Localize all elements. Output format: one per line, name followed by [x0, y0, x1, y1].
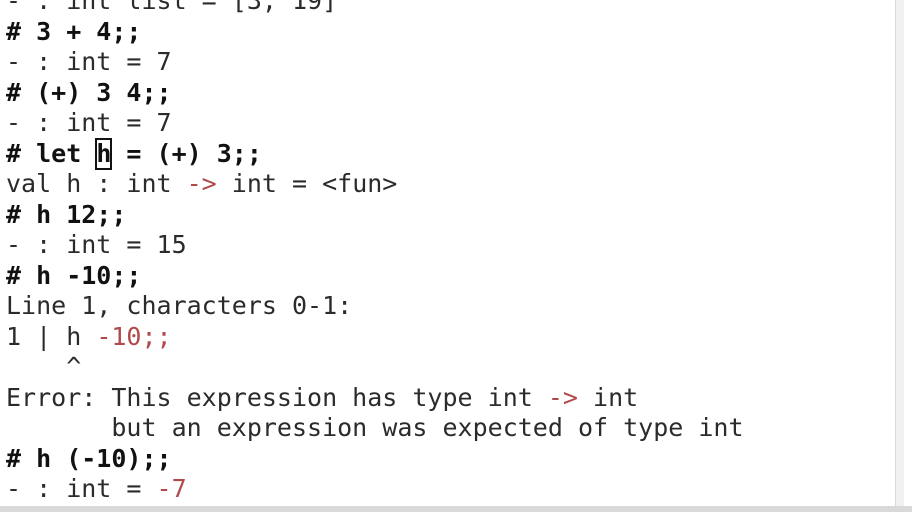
input-line: # 3 + 4;; — [6, 16, 142, 46]
input-line: # h -10;; — [6, 260, 142, 290]
output-line: - : int = 7 — [6, 108, 172, 137]
error-location-line: Line 1, characters 0-1: — [6, 291, 353, 320]
output-line: val h : int -> int = <fun> — [6, 169, 398, 198]
output-line: - : int list = [3; 19] — [6, 0, 338, 15]
type-arrow: -> — [186, 169, 217, 198]
error-message-line: but an expression was expected of type i… — [6, 413, 744, 442]
error-message-line: Error: This expression has type int -> i… — [6, 382, 639, 412]
output-line: - : int = 15 — [6, 230, 187, 259]
toplevel-terminal[interactable]: - : int list = [3; 19] # 3 + 4;; - : int… — [0, 0, 904, 506]
error-highlight: -10;; — [96, 321, 172, 351]
input-line: # h (-10);; — [6, 443, 172, 473]
input-line: # let h = (+) 3;; — [6, 137, 262, 170]
error-caret-line: ^ — [6, 352, 82, 381]
input-line: # h 12;; — [6, 199, 127, 229]
window-bottom-edge — [0, 506, 912, 512]
vertical-scrollbar[interactable] — [895, 0, 904, 506]
terminal-output: - : int list = [3; 19] # 3 + 4;; - : int… — [6, 0, 744, 505]
error-source-line: 1 | h -10;; — [6, 321, 172, 351]
type-arrow: -> — [547, 382, 578, 412]
output-line: - : int = 7 — [6, 47, 172, 76]
negative-result: -7 — [156, 474, 187, 503]
input-line: # (+) 3 4;; — [6, 77, 172, 107]
output-line: - : int = -7 — [6, 474, 187, 503]
text-cursor: h — [95, 137, 113, 170]
